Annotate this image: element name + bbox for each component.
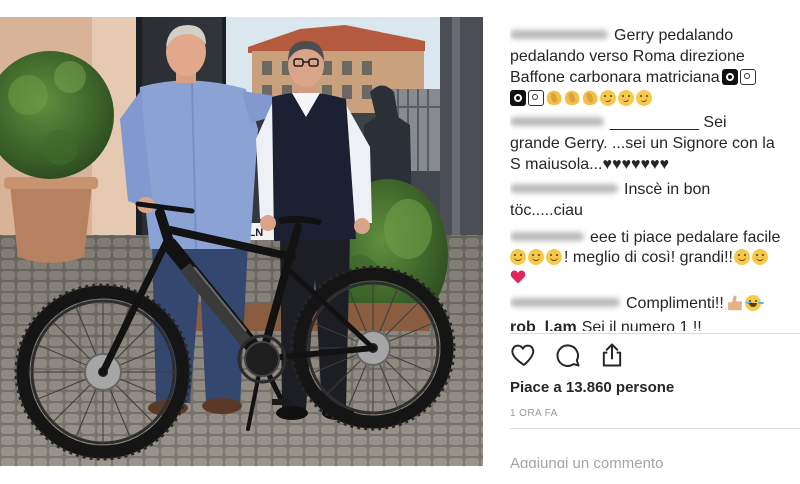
comments-list[interactable]: Gerry pedalando pedalando verso Roma dir… [510,0,798,331]
comment-text: Sei il numero 1 !! [581,319,702,331]
camera-emoji-icon [528,90,544,106]
comment-line: grande Gerry. ...sei un Signore con la [510,134,775,154]
comment-username[interactable]: rob_l.am [510,319,577,331]
add-comment-input[interactable] [510,452,780,468]
comment-line: Inscè in bon [510,180,710,200]
o-button-emoji-icon [510,90,526,106]
comment-text: grande Gerry. ...sei un Signore con la [510,135,775,152]
smirk-emoji-icon [636,90,652,106]
smile-emoji-icon [510,249,526,265]
blurred-username[interactable] [510,298,620,307]
o-button-emoji-icon [721,69,738,85]
comment-text: S maiusola...♥♥♥♥♥♥♥ [510,156,669,173]
heart-outline-icon [511,344,535,366]
comment-text: töc.....ciau [510,202,583,219]
smile-emoji-icon [733,249,750,265]
smile-emoji-icon [528,249,544,265]
blue-shirt [138,80,258,249]
shoe [202,398,242,414]
clap-emoji-icon [562,88,582,108]
comment-text: __________ Sei [610,114,727,131]
emoji-group [733,249,770,266]
hand [354,218,370,234]
post-timestamp: 1 ORA FA [510,408,558,419]
share-arrow-icon [602,343,622,367]
emoji-group [727,295,763,312]
emoji-group [510,249,564,266]
comment-text: pedalando verso Roma direzione [510,48,745,65]
shoe [276,406,308,420]
comment-line: pedalando verso Roma direzione [510,47,745,67]
blurred-username[interactable] [510,117,604,126]
divider [510,428,800,429]
blurred-username[interactable] [510,184,618,193]
comment-line [510,268,528,288]
comment-line: töc.....ciau [510,201,583,221]
likes-count[interactable]: Piace a 13.860 persone [510,379,674,396]
emoji-group [510,269,528,286]
emoji-group [721,69,758,86]
like-button[interactable] [510,341,538,369]
post-side-panel: Gerry pedalando pedalando verso Roma dir… [483,0,800,468]
comment-text: Complimenti!! [626,295,724,312]
laugh-emoji-icon [744,295,761,311]
pillar-highlight [452,17,460,249]
comment-line [510,88,654,109]
comment-line: eee ti piace pedalare facile [510,228,780,248]
comment-line: Gerry pedalando [510,26,733,46]
clap-emoji-icon [580,88,600,108]
comment-button[interactable] [554,341,582,369]
comment-text: Inscè in bon [624,181,711,198]
heart-emoji-icon [510,269,526,285]
blurred-username[interactable] [510,30,608,39]
pedal [272,399,292,405]
camera-emoji-icon [739,69,756,85]
comment-line: rob_l.am Sei il numero 1 !! [510,318,702,331]
comment-text: Baffone carbonara matriciana [510,69,720,86]
clap-emoji-icon [544,88,564,108]
emoji-group [510,88,654,108]
comment-line: ! meglio di così! grandi!! [510,248,770,268]
motor [244,341,280,377]
pillar [440,17,483,249]
smile-emoji-icon [751,249,768,265]
comment-line: Baffone carbonara matriciana [510,68,758,88]
smile-emoji-icon [546,249,562,265]
hand [260,215,276,231]
smirk-emoji-icon [600,90,616,106]
comment-line: __________ Sei [510,113,727,133]
speech-bubble-icon [556,344,580,367]
planter-pot [10,185,92,263]
post-photo[interactable]: COLN [0,17,483,466]
share-button[interactable] [598,341,626,369]
comment-text: Gerry pedalando [614,27,734,44]
thumbs-up-emoji-icon [728,295,743,311]
comment-line: S maiusola...♥♥♥♥♥♥♥ [510,155,669,175]
blurred-username[interactable] [510,232,584,241]
divider [510,333,800,334]
smirk-emoji-icon [618,90,634,106]
comment-line: Complimenti!! [510,294,763,314]
comment-text: ! meglio di così! grandi!! [564,249,733,266]
comment-text: eee ti piace pedalare facile [590,229,781,246]
